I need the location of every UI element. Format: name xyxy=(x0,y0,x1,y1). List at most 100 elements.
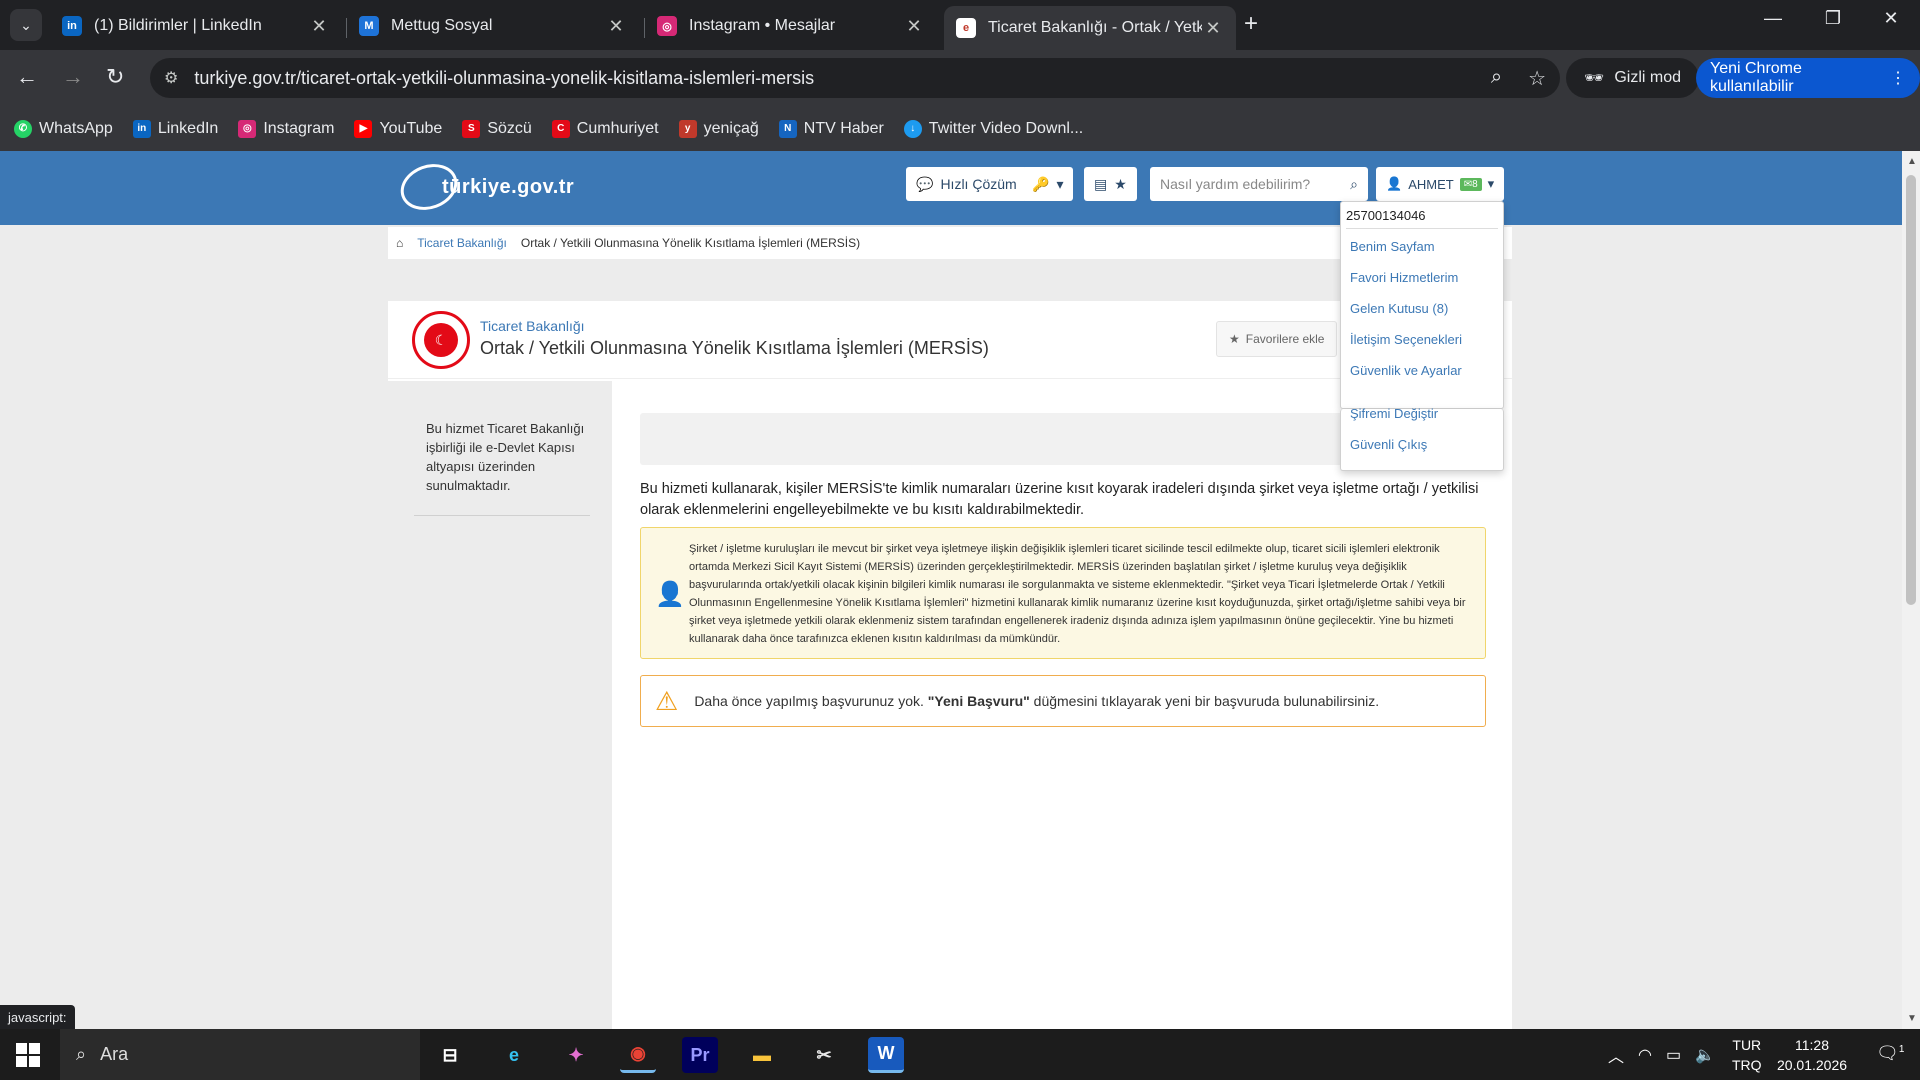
accessibility-button[interactable]: ▤ ★ xyxy=(1084,167,1137,201)
user-dropdown-menu-cont: Şifremi Değiştir Güvenli Çıkış xyxy=(1340,406,1504,471)
restore-icon[interactable]: ❐ xyxy=(1810,8,1856,29)
battery-icon[interactable]: ▭ xyxy=(1666,1045,1681,1065)
menu-item-favori-hizmetlerim[interactable]: Favori Hizmetlerim xyxy=(1350,270,1458,285)
chrome-icon[interactable]: ◉ xyxy=(620,1037,656,1073)
search-label: Ara xyxy=(100,1044,129,1064)
lang-code: TUR xyxy=(1732,1037,1762,1053)
user-icon: 👤 xyxy=(1386,176,1403,191)
site-info-icon[interactable]: ⚙ xyxy=(164,68,178,88)
warning-text-start: Daha önce yapılmış başvurunuz yok. xyxy=(694,693,928,709)
logo-text: türkiye.gov.tr xyxy=(442,175,575,198)
menu-item-benim-sayfam[interactable]: Benim Sayfam xyxy=(1350,239,1435,254)
bookmark-cumhuriyet[interactable]: C Cumhuriyet xyxy=(551,119,659,138)
tab-instagram[interactable]: ◎ Instagram • Mesajlar ✕ xyxy=(645,8,937,44)
bookmark-star-icon[interactable]: ☆ xyxy=(1528,66,1546,91)
notification-icon[interactable]: 🗨1 xyxy=(1876,1043,1904,1064)
menu-item-iletisim[interactable]: İletişim Seçenekleri xyxy=(1350,332,1462,347)
whatsapp-icon: ✆ xyxy=(14,119,32,138)
tab-title: Ticaret Bakanlığı - Ortak / Yetkil xyxy=(988,19,1202,36)
file-explorer-icon[interactable]: ▬ xyxy=(744,1037,780,1073)
intro-text: Bu hizmeti kullanarak, kişiler MERSİS'te… xyxy=(640,481,1479,518)
bookmark-instagram[interactable]: ◎ Instagram xyxy=(238,119,334,138)
incognito-badge[interactable]: 🕶 Gizli mod xyxy=(1566,58,1699,98)
search-icon[interactable]: ⌕ xyxy=(1350,176,1358,193)
home-icon[interactable]: ⌂ xyxy=(396,236,403,250)
instagram-icon: ◎ xyxy=(238,119,257,138)
site-search-input[interactable]: Nasıl yardım edebilirim? ⌕ xyxy=(1150,167,1368,201)
search-icon: ⌕ xyxy=(76,1044,87,1064)
address-bar[interactable]: ⚙ turkiye.gov.tr/ticaret-ortak-yetkili-o… xyxy=(150,58,1560,98)
url-text[interactable]: turkiye.gov.tr/ticaret-ortak-yetkili-olu… xyxy=(194,68,814,89)
close-tab-icon[interactable]: ✕ xyxy=(903,16,925,37)
bookmark-label: Cumhuriyet xyxy=(576,119,659,137)
bookmark-whatsapp[interactable]: ✆ WhatsApp xyxy=(14,119,113,138)
bookmark-twitter-video[interactable]: ↓ Twitter Video Downl... xyxy=(903,119,1083,138)
zoom-icon[interactable]: ⌕ xyxy=(1491,66,1502,91)
close-tab-icon[interactable]: ✕ xyxy=(308,16,330,37)
user-menu-button[interactable]: 👤 AHMET ✉8 ▾ xyxy=(1376,167,1505,201)
page-scrollbar[interactable]: ▲ ▼ xyxy=(1902,151,1920,1029)
bookmarks-bar: ✆ WhatsApp in LinkedIn ◎ Instagram ▶ YouTube… xyxy=(0,106,1920,151)
mail-count: 8 xyxy=(1472,178,1478,190)
tab-ticaret-active[interactable]: e Ticaret Bakanlığı - Ortak / Yetkil ✕ xyxy=(944,6,1236,50)
word-icon[interactable]: W xyxy=(868,1037,904,1073)
wifi-icon[interactable]: ◠ xyxy=(1638,1045,1652,1065)
add-favorite-button[interactable]: ★ Favorilere ekle xyxy=(1216,321,1338,357)
menu-item-cikis[interactable]: Güvenli Çıkış xyxy=(1350,437,1427,452)
tools-dropdown-button[interactable]: 🔑 ▾ xyxy=(1022,167,1074,201)
instagram-icon: ◎ xyxy=(657,16,677,36)
snipping-tool-icon[interactable]: ✂ xyxy=(806,1037,842,1073)
tab-linkedin[interactable]: in (1) Bildirimler | LinkedIn ✕ xyxy=(50,8,342,44)
reload-icon[interactable]: ↻ xyxy=(106,64,124,90)
quick-solution-button[interactable]: 💬 Hızlı Çözüm xyxy=(906,167,1027,201)
volume-icon[interactable]: 🔈 xyxy=(1695,1045,1715,1065)
tab-mettug[interactable]: M Mettug Sosyal ✕ xyxy=(347,8,639,44)
close-tab-icon[interactable]: ✕ xyxy=(605,16,627,37)
star-icon[interactable]: ★ xyxy=(1114,176,1127,193)
warning-icon: ⚠ xyxy=(655,685,679,716)
bookmark-sozcu[interactable]: S Sözcü xyxy=(462,119,532,138)
bookmark-yenicag[interactable]: y yeniçağ xyxy=(678,119,759,138)
turkiye-gov-icon: e xyxy=(956,18,976,38)
update-chrome-button[interactable]: Yeni Chrome kullanılabilir ⋮ xyxy=(1696,58,1920,98)
key-icon: 🔑 xyxy=(1032,175,1050,192)
menu-item-sifre[interactable]: Şifremi Değiştir xyxy=(1350,406,1438,421)
bookmark-ntv[interactable]: N NTV Haber xyxy=(778,119,884,138)
incognito-label: Gizli mod xyxy=(1614,69,1681,86)
agency-name[interactable]: Ticaret Bakanlığı xyxy=(480,318,585,334)
clock[interactable]: 11:28 20.01.2026 xyxy=(1776,1035,1848,1075)
close-window-icon[interactable]: ✕ xyxy=(1868,8,1914,29)
copilot-icon[interactable]: ✦ xyxy=(558,1037,594,1073)
ntv-icon: N xyxy=(778,119,797,138)
bookmark-label: YouTube xyxy=(379,119,443,137)
forward-icon[interactable]: → xyxy=(62,64,84,90)
taskbar-search[interactable]: ⌕ Ara xyxy=(60,1029,420,1080)
bookmark-linkedin[interactable]: in LinkedIn xyxy=(132,119,218,138)
chevron-up-icon[interactable]: ︿ xyxy=(1608,1043,1624,1067)
bookmark-label: Sözcü xyxy=(487,119,532,137)
menu-item-gelen-kutusu[interactable]: Gelen Kutusu (8) xyxy=(1350,301,1448,316)
scroll-down-icon[interactable]: ▼ xyxy=(1907,1013,1917,1024)
mail-badge: ✉8 xyxy=(1459,177,1482,191)
new-tab-button[interactable]: + xyxy=(1244,10,1258,38)
menu-dots-icon[interactable]: ⋮ xyxy=(1890,68,1906,88)
scroll-up-icon[interactable]: ▲ xyxy=(1907,156,1917,167)
turkiye-gov-logo[interactable]: türkiye.gov.tr xyxy=(394,156,575,218)
scrollbar-thumb[interactable] xyxy=(1906,175,1916,605)
site-header: türkiye.gov.tr 💬 Hızlı Çözüm 🔑 ▾ ▤ ★ Nasıl… xyxy=(0,151,1902,225)
language-indicator[interactable]: TUR TRQ xyxy=(1732,1035,1762,1075)
bookmark-youtube[interactable]: ▶ YouTube xyxy=(354,119,443,138)
status-bar: javascript: xyxy=(0,1005,75,1029)
edge-icon[interactable]: e xyxy=(496,1037,532,1073)
menu-item-guvenlik[interactable]: Güvenlik ve Ayarlar xyxy=(1350,363,1462,378)
user-info-icon: 👤 xyxy=(655,581,685,608)
premiere-icon[interactable]: Pr xyxy=(682,1037,718,1073)
minimize-icon[interactable]: — xyxy=(1750,8,1796,29)
close-tab-icon[interactable]: ✕ xyxy=(1202,18,1224,39)
task-view-icon[interactable]: ⊟ xyxy=(432,1037,468,1073)
breadcrumb-ticaret[interactable]: Ticaret Bakanlığı xyxy=(417,236,507,250)
tab-search-button[interactable]: ⌄ xyxy=(10,9,42,41)
windows-start-icon[interactable] xyxy=(16,1043,40,1067)
back-icon[interactable]: ← xyxy=(16,64,38,90)
warning-box: ⚠ Daha önce yapılmış başvurunuz yok. "Ye… xyxy=(640,675,1486,727)
